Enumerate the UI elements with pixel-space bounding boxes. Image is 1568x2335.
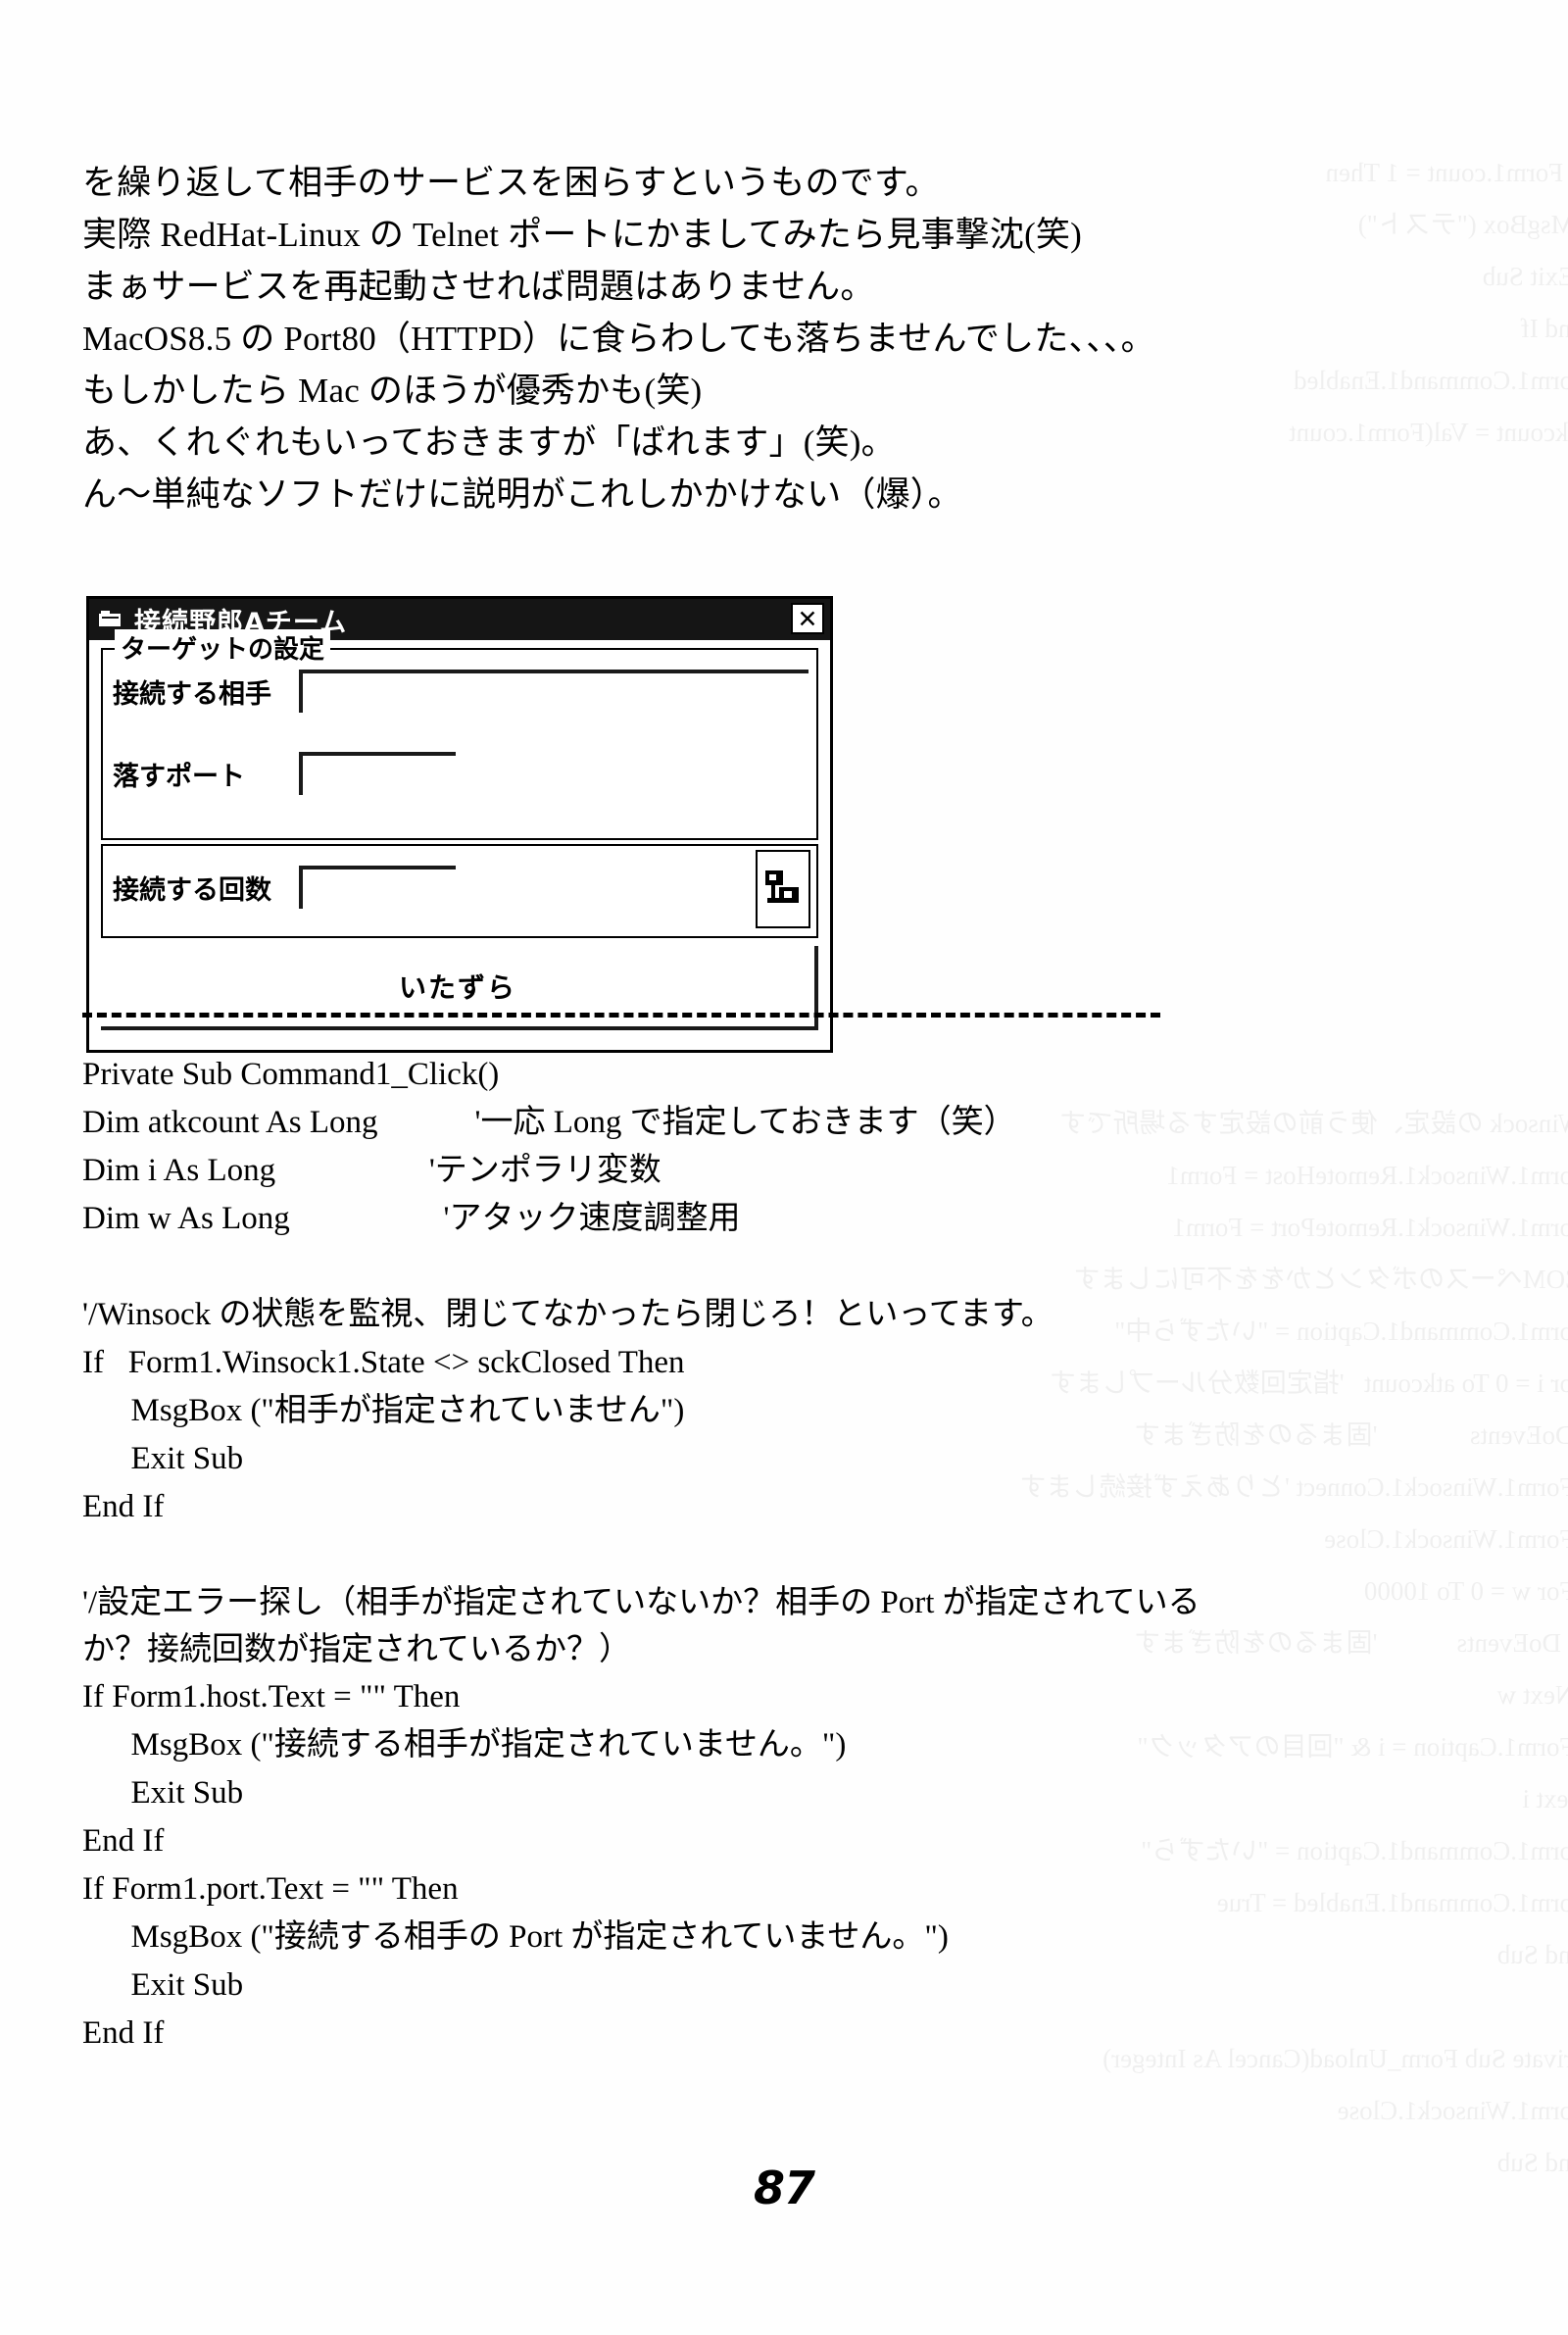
intro-line: あ、くれぐれもいっておきますが「ばれます」(笑)。 bbox=[82, 423, 896, 462]
close-icon[interactable]: ✕ bbox=[791, 603, 824, 634]
itazura-button-label: いたずら bbox=[398, 971, 516, 1004]
action-panel: いたずら bbox=[101, 946, 818, 1036]
code-line: Dim w As Long 'アタック速度調整用 bbox=[82, 1201, 741, 1236]
intro-line: を繰り返して相手のサービスを困らすというものです。 bbox=[82, 164, 940, 202]
network-icon-glyph bbox=[765, 870, 801, 908]
code-line: Dim i As Long 'テンポラリ変数 bbox=[82, 1153, 662, 1188]
section-divider bbox=[82, 1013, 1160, 1018]
group-legend: ターゲットの設定 bbox=[115, 629, 331, 666]
code-line: '/設定エラー探し（相手が指定されていないか？相手の Port が指定されている… bbox=[82, 1585, 1200, 1667]
network-connect-icon[interactable] bbox=[756, 850, 810, 928]
app-window[interactable]: 接続野郎Aチーム ✕ ターゲットの設定 接続する相手 落すポート 接続する回数 bbox=[86, 596, 833, 1053]
count-field-label: 接続する回数 bbox=[113, 874, 271, 906]
count-input[interactable] bbox=[299, 866, 456, 909]
intro-line: まぁサービスを再起動させれば問題はありません。 bbox=[82, 268, 875, 306]
page-number: 87 bbox=[753, 2161, 815, 2214]
code-line: If Form1.Winsock1.State <> sckClosed The… bbox=[82, 1345, 685, 1380]
code-line: Exit Sub bbox=[82, 1775, 244, 1811]
attack-count-panel: 接続する回数 bbox=[101, 844, 818, 938]
field-row-port: 落すポート bbox=[103, 732, 816, 815]
port-input[interactable] bbox=[299, 752, 456, 795]
folder-icon bbox=[99, 610, 122, 629]
code-line: Exit Sub bbox=[82, 1967, 244, 2003]
code-line: End If bbox=[82, 1823, 165, 1859]
intro-paragraph: を繰り返して相手のサービスを困らすというものです。 実際 RedHat-Linu… bbox=[82, 157, 1239, 521]
host-field-label: 接続する相手 bbox=[113, 678, 271, 710]
code-line: Exit Sub bbox=[82, 1441, 244, 1476]
intro-line: 実際 RedHat-Linux の Telnet ポートにかましてみたら見事撃沈… bbox=[82, 216, 1082, 254]
code-line: If Form1.host.Text = "" Then bbox=[82, 1679, 461, 1714]
code-listing: Private Sub Command1_Click() Dim atkcoun… bbox=[82, 1051, 1258, 2058]
code-line: End If bbox=[82, 1489, 165, 1524]
code-line: Private Sub Command1_Click() bbox=[82, 1057, 500, 1092]
document-page: If Form1.count = 1 Then MsgBox ("テスト") E… bbox=[0, 0, 1568, 2335]
intro-line: ん～単純なソフトだけに説明がこれしかかけない（爆）。 bbox=[82, 475, 962, 514]
code-line: MsgBox ("接続する相手の Port が指定されていません。") bbox=[82, 1919, 949, 1955]
code-line: Dim atkcount As Long '一応 Long で指定しておきます（… bbox=[82, 1105, 1016, 1140]
code-line: End If bbox=[82, 2015, 165, 2051]
code-line: '/Winsock の状態を監視、閉じてなかったら閉じろ！といってます。 bbox=[82, 1297, 1054, 1332]
code-line: MsgBox ("接続する相手が指定されていません。") bbox=[82, 1727, 847, 1763]
itazura-button[interactable]: いたずら bbox=[101, 946, 818, 1030]
window-body: ターゲットの設定 接続する相手 落すポート 接続する回数 いたずら bbox=[89, 629, 830, 1036]
field-row-count: 接続する回数 bbox=[103, 846, 816, 928]
intro-line: MacOS8.5 の Port80（HTTPD）に食らわしても落ちませんでした、… bbox=[82, 320, 1155, 358]
port-field-label: 落すポート bbox=[113, 761, 245, 792]
code-line: If Form1.port.Text = "" Then bbox=[82, 1871, 459, 1907]
code-line: MsgBox ("相手が指定されていません") bbox=[82, 1393, 685, 1428]
target-settings-group: ターゲットの設定 接続する相手 落すポート bbox=[101, 629, 818, 840]
host-input[interactable] bbox=[299, 670, 808, 713]
intro-line: もしかしたら Mac のほうが優秀かも(笑) bbox=[82, 372, 703, 410]
